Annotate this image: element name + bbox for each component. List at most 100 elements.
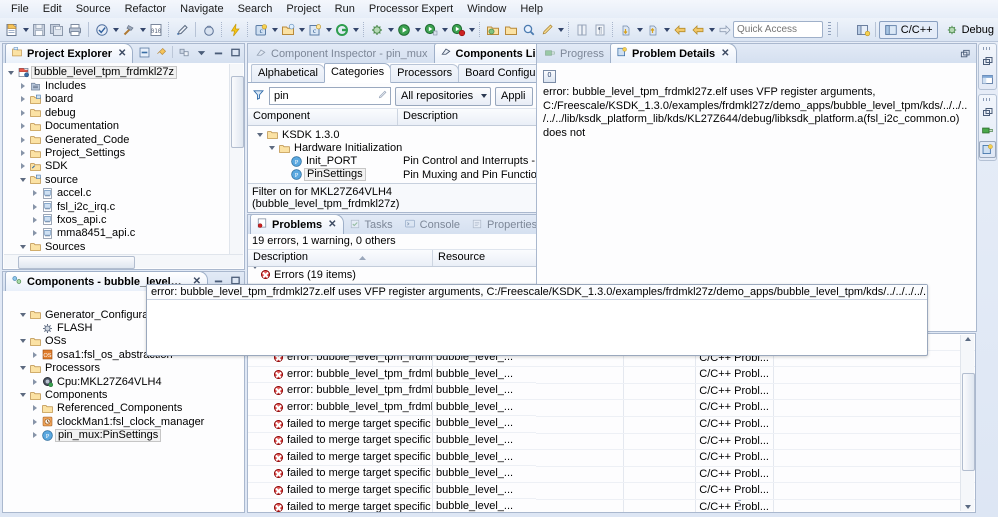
tree-item[interactable]: Ppin_mux:PinSettings — [3, 428, 244, 442]
twisty-expanded-icon[interactable] — [266, 146, 277, 151]
minimize-icon[interactable] — [211, 45, 225, 59]
perspective-debug-button[interactable]: Debug — [941, 22, 998, 38]
twisty-collapsed-icon[interactable] — [17, 96, 28, 103]
component-filter-field[interactable] — [269, 87, 391, 105]
close-icon[interactable]: ✕ — [328, 219, 336, 230]
twisty-expanded-icon[interactable] — [17, 312, 28, 317]
hammer-dropdown-icon[interactable] — [138, 21, 147, 39]
new-class-icon[interactable]: c — [306, 21, 324, 39]
twisty-collapsed-icon[interactable] — [29, 432, 40, 439]
drag-grip-icon[interactable] — [983, 98, 992, 101]
problems-right-rows[interactable]: C/C++ Probl... C/C++ Probl... C/C++ Probl.… — [536, 334, 975, 512]
toolbar-grip[interactable] — [828, 22, 831, 36]
twisty-expanded-icon[interactable] — [17, 177, 28, 182]
twisty-expanded-icon[interactable] — [17, 244, 28, 249]
tab-tasks[interactable]: Tasks — [344, 216, 399, 234]
problems-group-row[interactable]: Errors (19 items) — [248, 267, 536, 284]
tree-item[interactable]: Project_Settings — [3, 146, 229, 159]
twisty-collapsed-icon[interactable] — [29, 378, 40, 385]
save-icon[interactable] — [30, 21, 48, 39]
tab-console[interactable]: Console — [399, 216, 466, 234]
forward-icon[interactable] — [716, 21, 734, 39]
menu-item-help[interactable]: Help — [513, 2, 550, 16]
problems-row[interactable]: failed to merge target specific data of … — [248, 432, 536, 450]
menu-item-refactor[interactable]: Refactor — [118, 2, 174, 16]
problems-row[interactable]: failed to merge target specific data of … — [248, 416, 536, 433]
new-class-dropdown-icon[interactable] — [324, 21, 333, 39]
apply-filter-button[interactable]: Appli — [495, 86, 533, 106]
components-library-tree[interactable]: KSDK 1.3.0 Hardware Initialization P Init_P… — [248, 126, 536, 185]
problems-row-extra[interactable]: C/C++ Probl... — [536, 450, 975, 467]
back-icon[interactable] — [689, 21, 707, 39]
subtab-board-configurations[interactable]: Board Configurations — [458, 64, 536, 82]
menu-item-source[interactable]: Source — [69, 2, 118, 16]
print-icon[interactable] — [66, 21, 84, 39]
problems-row-extra[interactable]: C/C++ Probl... — [536, 466, 975, 484]
run-external-icon[interactable] — [422, 21, 440, 39]
twisty-expanded-icon[interactable] — [17, 366, 28, 371]
tab-components-library[interactable]: Components Library✕ — [433, 44, 536, 63]
tree-item[interactable]: fsl_i2c_irq.c — [3, 200, 229, 213]
tree-item[interactable]: clockMan1:fsl_clock_manager — [3, 415, 244, 428]
tree-item[interactable]: SDK — [3, 160, 229, 173]
debug-dropdown-icon[interactable] — [386, 21, 395, 39]
twisty-collapsed-icon[interactable] — [29, 216, 40, 223]
menu-item-project[interactable]: Project — [279, 2, 327, 16]
link-with-editor-icon[interactable] — [154, 45, 168, 59]
tree-item[interactable]: P Init_PORT Pin Control and Interrupts - K… — [248, 155, 536, 168]
tab-problem-details[interactable]: Problem Details ✕ — [610, 43, 737, 63]
run-dropdown-icon[interactable] — [413, 21, 422, 39]
tree-item[interactable]: Processors — [3, 362, 244, 375]
problems-table-right[interactable]: C/C++ Probl... C/C++ Probl... C/C++ Probl.… — [536, 333, 976, 513]
restore-icon[interactable] — [980, 105, 995, 120]
run-icon[interactable] — [395, 21, 413, 39]
perspective-cpp-button[interactable]: C/C++ — [878, 20, 938, 39]
problems-row[interactable]: error: bubble_level_tpm_frdmkl27z.elf us… — [248, 366, 536, 384]
tree-item[interactable]: Components — [3, 388, 244, 401]
status-bar-grip[interactable] — [738, 500, 741, 511]
tree-item[interactable]: Generated_Code — [3, 133, 229, 146]
clean-icon[interactable] — [173, 21, 191, 39]
annotation-dropdown-icon[interactable] — [556, 21, 565, 39]
tree-item[interactable]: P PinSettings Pin Muxing and Pin Functiona… — [248, 168, 536, 182]
view-menu-icon[interactable] — [194, 45, 208, 59]
twisty-collapsed-icon[interactable] — [29, 418, 40, 425]
tree-item[interactable]: Sources — [3, 240, 229, 253]
build-dropdown-icon[interactable] — [111, 21, 120, 39]
tree-item[interactable]: fxos_api.c — [3, 213, 229, 226]
problems-row-extra[interactable]: C/C++ Probl... — [536, 383, 975, 401]
problems-row[interactable]: error: bubble_level_tpm_frdmkl27z.elf us… — [248, 383, 536, 400]
tree-item[interactable]: Cpu:MKL27Z64VLH4 — [3, 375, 244, 388]
twisty-collapsed-icon[interactable] — [29, 203, 40, 210]
bolt-icon[interactable] — [226, 21, 244, 39]
clear-filter-icon[interactable] — [377, 89, 388, 103]
subtab-alphabetical[interactable]: Alphabetical — [251, 64, 325, 82]
component-filter-input[interactable] — [272, 89, 377, 103]
tree-item[interactable]: board — [3, 93, 229, 106]
project-explorer-tree[interactable]: bubble_level_tpm_frdmkl27z Includes board d… — [3, 63, 244, 254]
problems-row-extra[interactable]: C/C++ Probl... — [536, 416, 975, 434]
tree-item[interactable]: Referenced_Components — [3, 402, 244, 415]
problems-row[interactable]: failed to merge target specific data of … — [248, 466, 536, 483]
save-all-icon[interactable] — [48, 21, 66, 39]
search-icon[interactable] — [520, 21, 538, 39]
binary-icon[interactable]: 010 — [147, 21, 165, 39]
new-c-project-icon[interactable]: c — [252, 21, 270, 39]
processor-expert-icon[interactable] — [333, 21, 351, 39]
twisty-collapsed-icon[interactable] — [17, 123, 28, 130]
problems-row-extra[interactable]: C/C++ Probl... — [536, 367, 975, 384]
twisty-collapsed-icon[interactable] — [29, 190, 40, 197]
close-icon[interactable]: ✕ — [721, 48, 729, 59]
tree-item[interactable]: mma8451_api.c — [3, 227, 229, 240]
repository-select[interactable]: All repositories — [395, 86, 491, 106]
column-header-description[interactable]: Description — [398, 109, 534, 125]
build-all-icon[interactable] — [93, 21, 111, 39]
twisty-collapsed-icon[interactable] — [17, 163, 28, 170]
subtab-processors[interactable]: Processors — [390, 64, 460, 82]
problems-row-extra[interactable]: C/C++ Probl... — [536, 433, 975, 451]
menu-item-navigate[interactable]: Navigate — [173, 2, 230, 16]
subtab-categories[interactable]: Categories — [323, 63, 392, 83]
twisty-expanded-icon[interactable] — [5, 70, 16, 75]
twisty-collapsed-icon[interactable] — [17, 150, 28, 157]
tab-project-explorer[interactable]: Project Explorer ✕ — [5, 43, 134, 63]
